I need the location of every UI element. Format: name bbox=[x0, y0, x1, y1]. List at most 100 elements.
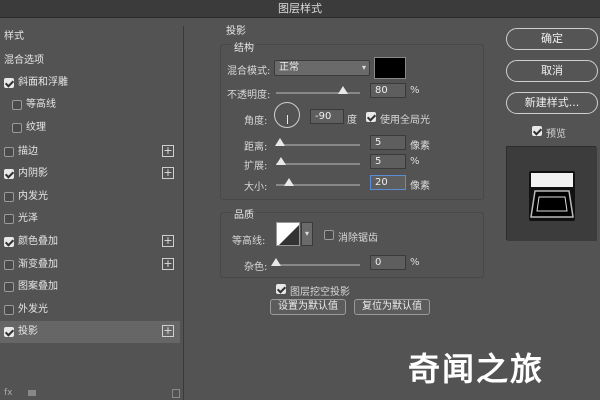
spread-label: 扩展: bbox=[244, 161, 268, 172]
stroke-checkbox[interactable] bbox=[4, 147, 14, 157]
style-item-blending-options[interactable]: 混合选项 bbox=[0, 50, 180, 72]
angle-unit: 度 bbox=[347, 115, 357, 126]
spread-slider-track[interactable] bbox=[276, 163, 360, 165]
add-gradient-overlay-plus-icon[interactable]: + bbox=[162, 258, 174, 270]
style-item-inner-glow[interactable]: 内发光 bbox=[0, 186, 180, 208]
size-input[interactable]: 20 bbox=[370, 175, 406, 190]
ok-button[interactable]: 确定 bbox=[506, 28, 598, 50]
inner-shadow-checkbox[interactable] bbox=[4, 169, 14, 179]
style-item-label: 投影 bbox=[18, 326, 38, 337]
style-item-label: 内发光 bbox=[18, 191, 48, 202]
layer-knockout-checkbox[interactable] bbox=[276, 284, 286, 294]
contour-checkbox[interactable] bbox=[12, 100, 22, 110]
style-item-satin[interactable]: 光泽 bbox=[0, 208, 180, 230]
noise-slider-track[interactable] bbox=[276, 264, 360, 266]
style-item-label: 混合选项 bbox=[4, 55, 44, 66]
opacity-label: 不透明度: bbox=[227, 90, 271, 101]
window-title-bar: 图层样式 bbox=[0, 0, 600, 18]
antialias-checkbox[interactable] bbox=[324, 230, 334, 240]
preview-shape-icon bbox=[507, 147, 597, 241]
style-item-stroke[interactable]: 描边 + bbox=[0, 141, 180, 163]
blend-mode-select[interactable]: 正常 ▾ bbox=[274, 60, 370, 76]
style-item-label: 描边 bbox=[18, 146, 38, 157]
size-unit: 像素 bbox=[410, 181, 430, 192]
styles-header[interactable]: 样式 bbox=[0, 26, 180, 48]
drop-shadow-title: 投影 bbox=[226, 26, 246, 37]
opacity-slider-thumb[interactable] bbox=[338, 86, 348, 94]
style-item-texture[interactable]: 纹理 bbox=[0, 117, 180, 139]
shadow-color-swatch[interactable] bbox=[374, 57, 406, 79]
layer-knockout-label: 图层挖空投影 bbox=[290, 287, 350, 298]
style-item-label: 斜面和浮雕 bbox=[18, 77, 68, 88]
left-bottom-toolbar: fx bbox=[0, 388, 184, 400]
style-item-label: 光泽 bbox=[18, 213, 38, 224]
blend-mode-value: 正常 bbox=[279, 62, 299, 73]
distance-slider-thumb[interactable] bbox=[275, 138, 285, 146]
color-overlay-checkbox[interactable] bbox=[4, 237, 14, 247]
style-item-label: 内阴影 bbox=[18, 168, 48, 179]
size-label: 大小: bbox=[244, 182, 268, 193]
style-item-contour[interactable]: 等高线 bbox=[0, 94, 180, 116]
style-item-inner-shadow[interactable]: 内阴影 + bbox=[0, 163, 180, 185]
new-style-button[interactable]: 新建样式... bbox=[506, 92, 598, 114]
contour-chevron-down-icon[interactable]: ▾ bbox=[301, 222, 313, 246]
make-default-button[interactable]: 设置为默认值 bbox=[270, 299, 346, 315]
contour-preview[interactable] bbox=[276, 222, 300, 246]
preview-checkbox[interactable] bbox=[532, 126, 542, 136]
spread-slider-thumb[interactable] bbox=[276, 157, 286, 165]
style-item-label: 外发光 bbox=[18, 304, 48, 315]
distance-unit: 像素 bbox=[410, 141, 430, 152]
inner-glow-checkbox[interactable] bbox=[4, 192, 14, 202]
opacity-input[interactable]: 80 bbox=[370, 83, 406, 98]
spread-unit: % bbox=[410, 156, 420, 167]
style-item-label: 渐变叠加 bbox=[18, 259, 58, 270]
style-item-gradient-overlay[interactable]: 渐变叠加 + bbox=[0, 254, 180, 276]
noise-slider-thumb[interactable] bbox=[271, 258, 281, 266]
distance-label: 距离: bbox=[244, 142, 268, 153]
add-drop-shadow-plus-icon[interactable]: + bbox=[162, 325, 174, 337]
style-item-drop-shadow[interactable]: 投影 + bbox=[0, 321, 180, 343]
bevel-emboss-checkbox[interactable] bbox=[4, 78, 14, 88]
gradient-overlay-checkbox[interactable] bbox=[4, 260, 14, 270]
blend-mode-label: 混合模式: bbox=[227, 66, 271, 77]
reset-default-button[interactable]: 复位为默认值 bbox=[354, 299, 430, 315]
style-item-bevel-emboss[interactable]: 斜面和浮雕 bbox=[0, 72, 180, 94]
watermark-text: 奇闻之旅 bbox=[408, 350, 545, 388]
outer-glow-checkbox[interactable] bbox=[4, 305, 14, 315]
fx-icon[interactable]: fx bbox=[4, 388, 13, 398]
add-stroke-plus-icon[interactable]: + bbox=[162, 145, 174, 157]
style-preview-thumbnail bbox=[506, 146, 597, 241]
preview-label: 预览 bbox=[546, 129, 566, 140]
add-inner-shadow-plus-icon[interactable]: + bbox=[162, 167, 174, 179]
size-slider-thumb[interactable] bbox=[284, 178, 294, 186]
drop-shadow-checkbox[interactable] bbox=[4, 327, 14, 337]
cancel-button[interactable]: 取消 bbox=[506, 60, 598, 82]
structure-title: 结构 bbox=[232, 39, 256, 54]
style-item-outer-glow[interactable]: 外发光 bbox=[0, 299, 180, 321]
angle-input[interactable]: -90 bbox=[310, 109, 344, 124]
styles-list-panel: 样式 混合选项 斜面和浮雕 等高线 纹理 描边 + 内阴影 + 内发光 光泽 颜… bbox=[0, 26, 184, 400]
global-light-checkbox[interactable] bbox=[366, 112, 376, 122]
noise-unit: % bbox=[410, 257, 420, 268]
style-item-label: 颜色叠加 bbox=[18, 236, 58, 247]
antialias-label: 消除锯齿 bbox=[338, 233, 378, 244]
style-item-color-overlay[interactable]: 颜色叠加 + bbox=[0, 231, 180, 253]
distance-input[interactable]: 5 bbox=[370, 135, 406, 150]
chevron-down-icon: ▾ bbox=[361, 63, 366, 72]
pattern-overlay-checkbox[interactable] bbox=[4, 282, 14, 292]
texture-checkbox[interactable] bbox=[12, 123, 22, 133]
global-light-label: 使用全局光 bbox=[380, 115, 430, 126]
arrow-up-icon[interactable] bbox=[28, 390, 36, 396]
styles-header-label: 样式 bbox=[4, 31, 24, 42]
distance-slider-track[interactable] bbox=[276, 144, 360, 146]
contour-label: 等高线: bbox=[232, 236, 266, 247]
trash-icon[interactable] bbox=[172, 389, 180, 398]
spread-input[interactable]: 5 bbox=[370, 154, 406, 169]
angle-label: 角度: bbox=[244, 116, 268, 127]
angle-dial-icon[interactable] bbox=[274, 102, 300, 128]
satin-checkbox[interactable] bbox=[4, 214, 14, 224]
style-item-pattern-overlay[interactable]: 图案叠加 bbox=[0, 276, 180, 298]
add-color-overlay-plus-icon[interactable]: + bbox=[162, 235, 174, 247]
noise-input[interactable]: 0 bbox=[370, 255, 406, 270]
style-item-label: 纹理 bbox=[26, 122, 46, 133]
